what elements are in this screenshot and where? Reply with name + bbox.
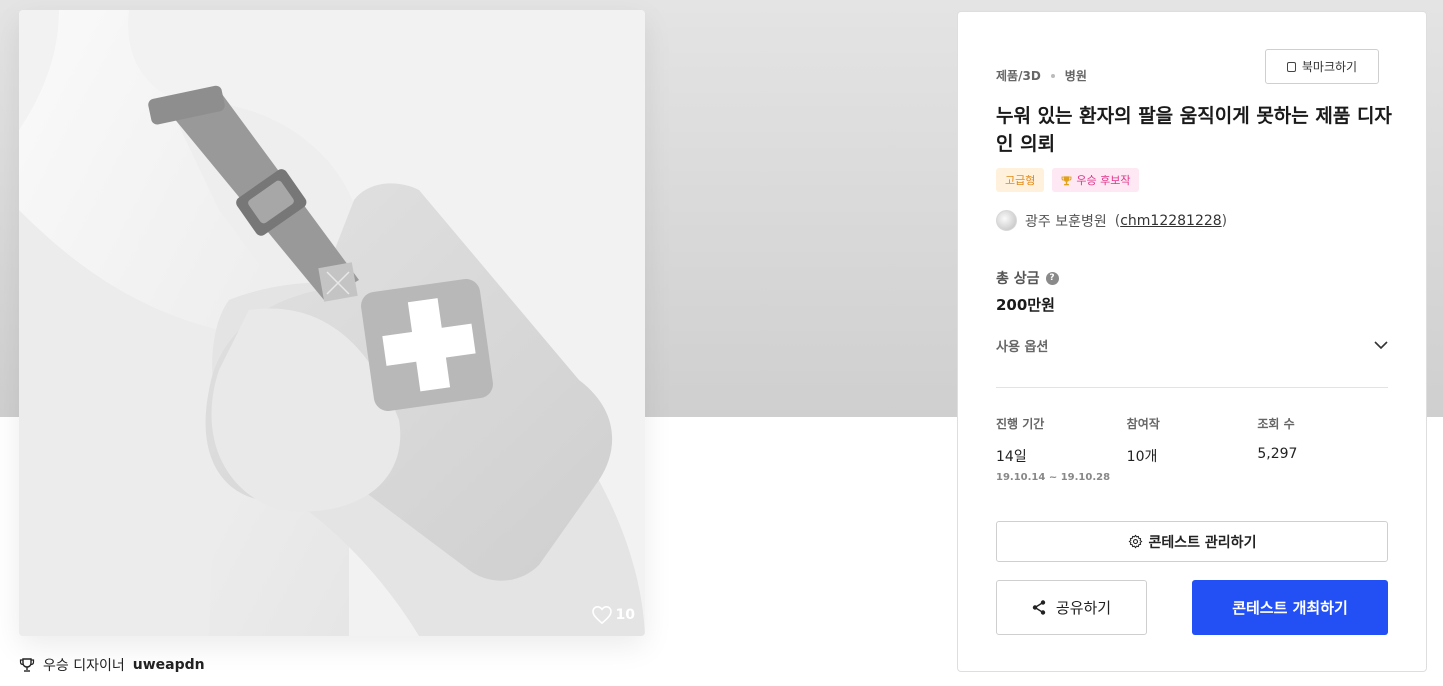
entries-label: 참여작 [1126, 417, 1160, 431]
bookmark-label: 북마크하기 [1301, 60, 1358, 74]
stat-period: 진행 기간 14일 19.10.14 ~ 19.10.28 [996, 415, 1127, 483]
host-id-link[interactable]: chm12281228 [1120, 213, 1221, 229]
stat-views: 조회 수 5,297 [1257, 415, 1388, 483]
contest-info-panel: 북마크하기 제품/3D 병원 누워 있는 환자의 팔을 움직이게 못하는 제품 … [957, 11, 1427, 672]
period-value: 14일 [996, 449, 1027, 465]
arm-sling-render [19, 10, 645, 636]
gear-icon [1128, 534, 1142, 549]
period-range: 19.10.14 ~ 19.10.28 [996, 472, 1111, 483]
manage-contest-button[interactable]: 콘테스트 관리하기 [996, 521, 1388, 562]
host-contest-button[interactable]: 콘테스트 개최하기 [1192, 580, 1388, 635]
stat-entries: 참여작 10개 [1127, 415, 1258, 483]
host-name: 광주 보훈병원 [1025, 213, 1107, 230]
breadcrumb-category[interactable]: 제품/3D [996, 67, 1041, 84]
avatar[interactable] [996, 210, 1017, 231]
share-icon [1032, 600, 1046, 615]
host-id-close-paren: ) [1221, 212, 1228, 229]
prize-label-text: 총 상금 [996, 271, 1040, 287]
period-label: 진행 기간 [996, 417, 1045, 431]
award-badge-label: 우승 후보작 [1076, 174, 1131, 187]
use-option-label: 사용 옵션 [996, 339, 1049, 355]
winner-label: 우승 디자이너 [43, 658, 125, 674]
divider [996, 387, 1388, 388]
use-option-toggle[interactable]: 사용 옵션 [996, 334, 1388, 356]
winning-designer: 우승 디자이너 uweapdn [19, 655, 205, 675]
share-button[interactable]: 공유하기 [996, 580, 1147, 635]
heart-icon [591, 606, 612, 624]
views-value: 5,297 [1257, 446, 1298, 462]
winning-design-image[interactable]: 10 [19, 10, 645, 636]
badge-group: 고급형 우승 후보작 [996, 168, 1140, 192]
contest-title: 누워 있는 환자의 팔을 움직이게 못하는 제품 디자인 의뢰 [996, 105, 1392, 155]
entries-value: 10개 [1126, 449, 1158, 465]
host-info: 광주 보훈병원 (chm12281228) [996, 210, 1227, 231]
manage-contest-label: 콘테스트 관리하기 [1148, 534, 1257, 551]
host-contest-label: 콘테스트 개최하기 [1232, 599, 1348, 617]
bookmark-icon [1286, 61, 1296, 72]
breadcrumb: 제품/3D 병원 [996, 67, 1087, 84]
chevron-down-icon [1374, 340, 1388, 349]
premium-badge-label: 고급형 [1005, 174, 1036, 187]
premium-badge: 고급형 [996, 168, 1045, 192]
breadcrumb-subcategory[interactable]: 병원 [1065, 67, 1087, 84]
prize-value: 200만원 [996, 296, 1055, 314]
contest-stats: 진행 기간 14일 19.10.14 ~ 19.10.28 참여작 10개 조회… [996, 415, 1388, 483]
help-icon[interactable]: ? [1045, 271, 1059, 285]
breadcrumb-separator [1050, 73, 1055, 78]
trophy-icon [1061, 175, 1072, 185]
winner-name[interactable]: uweapdn [133, 657, 205, 673]
like-counter[interactable]: 10 [591, 606, 635, 624]
views-label: 조회 수 [1257, 417, 1295, 431]
trophy-icon [19, 658, 35, 672]
share-label: 공유하기 [1055, 599, 1112, 617]
bookmark-button[interactable]: 북마크하기 [1265, 49, 1379, 84]
prize-label: 총 상금 ? [996, 268, 1059, 288]
like-count: 10 [615, 607, 635, 623]
award-badge: 우승 후보작 [1052, 168, 1140, 192]
